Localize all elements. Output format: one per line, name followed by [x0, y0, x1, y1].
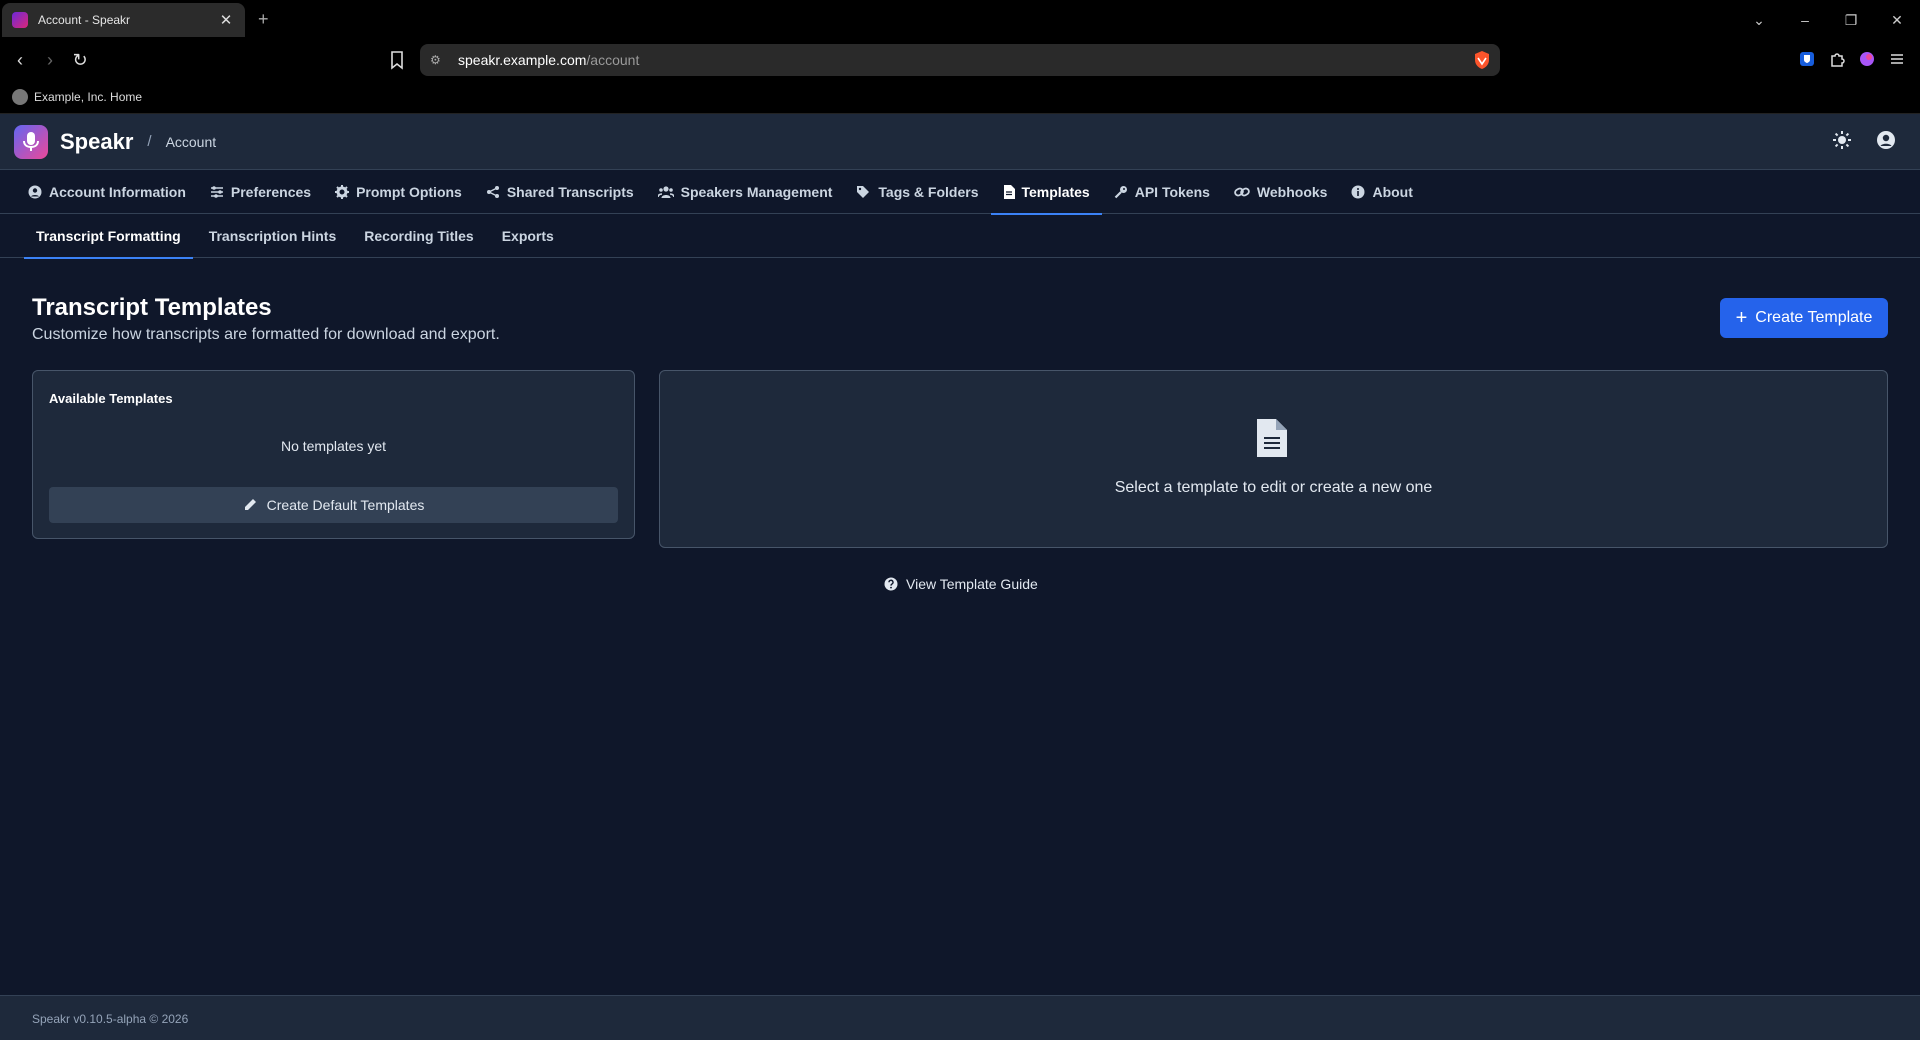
tab-shared-transcripts[interactable]: Shared Transcripts — [474, 170, 646, 214]
templates-sub-nav: Transcript Formatting Transcription Hint… — [0, 214, 1920, 259]
info-icon — [1351, 185, 1365, 199]
extensions-puzzle-icon[interactable] — [1828, 50, 1846, 68]
user-circle-icon — [28, 185, 42, 199]
window-controls: ⌄ – ❐ ✕ — [1736, 0, 1920, 40]
view-template-guide-link[interactable]: View Template Guide — [884, 576, 1038, 592]
tab-search-icon[interactable]: ⌄ — [1736, 12, 1782, 29]
profile-icon[interactable] — [1858, 50, 1876, 68]
create-default-templates-button[interactable]: Create Default Templates — [49, 487, 618, 523]
brand-name[interactable]: Speakr — [60, 129, 133, 155]
breadcrumb-separator: / — [147, 133, 152, 150]
tags-icon — [857, 186, 870, 198]
page-title: Transcript Templates — [32, 294, 272, 321]
file-icon — [1003, 185, 1015, 199]
tab-title: Account - Speakr — [38, 13, 131, 27]
tab-speakers-management[interactable]: Speakers Management — [646, 170, 845, 214]
browser-toolbar: ‹ › ↻ ⚙ speakr.example.com/account — [0, 40, 1920, 80]
new-tab-icon[interactable]: + — [258, 9, 269, 30]
select-template-message: Select a template to edit or create a ne… — [1114, 479, 1433, 496]
close-window-icon[interactable]: ✕ — [1874, 12, 1920, 29]
available-templates-title: Available Templates — [49, 391, 173, 406]
browser-tab[interactable]: Account - Speakr ✕ — [2, 3, 245, 37]
site-settings-icon[interactable]: ⚙ — [430, 51, 448, 69]
tab-api-tokens[interactable]: API Tokens — [1102, 170, 1222, 214]
tab-about[interactable]: About — [1339, 170, 1424, 214]
tab-templates[interactable]: Templates — [990, 170, 1102, 215]
version-text: Speakr v0.10.5-alpha © 2026 — [32, 1012, 189, 1026]
plus-icon: + — [1735, 307, 1748, 329]
theme-toggle-sun-icon[interactable] — [1832, 130, 1852, 150]
tab-tags-folders[interactable]: Tags & Folders — [844, 170, 990, 214]
speakr-favicon-icon — [12, 12, 28, 28]
users-icon — [657, 186, 674, 198]
tab-prompt-options[interactable]: Prompt Options — [323, 170, 474, 214]
restore-icon[interactable]: ❐ — [1828, 12, 1874, 29]
sliders-icon — [210, 186, 223, 198]
browser-tab-bar: Account - Speakr ✕ + ⌄ – ❐ ✕ — [0, 0, 1920, 40]
minimize-icon[interactable]: – — [1782, 12, 1828, 28]
subtab-exports[interactable]: Exports — [490, 214, 566, 258]
gear-icon — [335, 185, 350, 199]
tab-close-icon[interactable]: ✕ — [217, 11, 235, 29]
reload-icon[interactable]: ↻ — [68, 48, 92, 72]
forward-icon[interactable]: › — [38, 48, 62, 72]
back-icon[interactable]: ‹ — [8, 48, 32, 72]
bookmark-example-home[interactable]: Example, Inc. Home — [34, 90, 142, 104]
url-text[interactable]: speakr.example.com/account — [458, 52, 639, 68]
app-header: Speakr / Account — [0, 114, 1920, 170]
page-subtitle: Customize how transcripts are formatted … — [32, 326, 500, 343]
bitwarden-icon[interactable] — [1798, 50, 1816, 68]
link-icon — [1234, 187, 1250, 197]
available-templates-panel: Available Templates No templates yet Cre… — [32, 370, 635, 539]
create-template-button[interactable]: + Create Template — [1720, 298, 1888, 338]
question-circle-icon — [884, 577, 898, 591]
subtab-transcription-hints[interactable]: Transcription Hints — [197, 214, 349, 258]
breadcrumb-current: Account — [165, 133, 217, 150]
bookmark-globe-icon — [12, 88, 28, 105]
bookmarks-bar: Example, Inc. Home — [0, 80, 1920, 114]
document-icon — [1257, 419, 1287, 457]
tab-preferences[interactable]: Preferences — [198, 170, 323, 214]
header-actions — [1832, 130, 1896, 150]
extensions-area — [1798, 50, 1906, 68]
browser-menu-icon[interactable] — [1888, 50, 1906, 68]
tab-account-information[interactable]: Account Information — [16, 170, 198, 214]
tab-webhooks[interactable]: Webhooks — [1222, 170, 1340, 214]
address-bar[interactable]: ⚙ speakr.example.com/account — [420, 44, 1500, 76]
account-main-nav: Account Information Preferences Prompt O… — [0, 170, 1920, 215]
bookmark-icon[interactable] — [385, 48, 409, 72]
user-account-icon[interactable] — [1876, 130, 1896, 150]
key-icon — [1114, 186, 1127, 199]
template-editor-placeholder: Select a template to edit or create a ne… — [659, 370, 1888, 548]
subtab-recording-titles[interactable]: Recording Titles — [352, 214, 485, 258]
subtab-transcript-formatting[interactable]: Transcript Formatting — [24, 214, 193, 259]
pencil-icon — [244, 499, 256, 510]
share-icon — [486, 186, 499, 198]
empty-templates-message: No templates yet — [280, 438, 387, 454]
speakr-logo-icon[interactable] — [14, 124, 48, 159]
app-footer: Speakr v0.10.5-alpha © 2026 — [0, 995, 1920, 1040]
brave-shield-icon[interactable] — [1472, 50, 1492, 70]
